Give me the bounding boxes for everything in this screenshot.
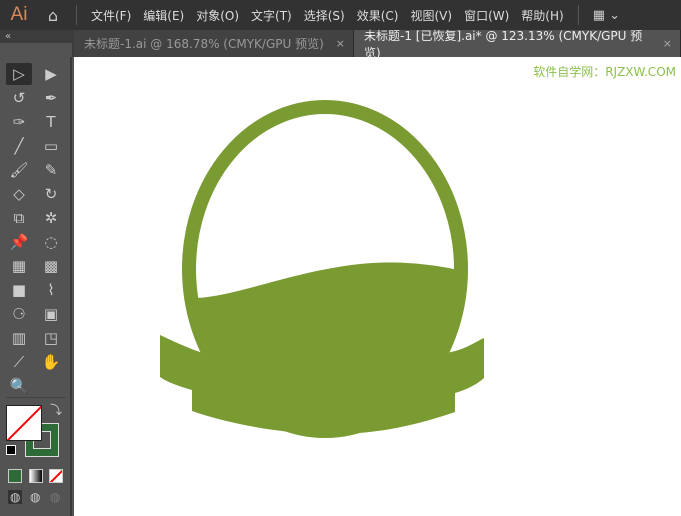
divider — [76, 5, 77, 25]
perspective-grid-tool-icon[interactable]: ▦ — [6, 255, 32, 277]
menu-type[interactable]: 文字(T) — [251, 7, 292, 24]
color-mode-button[interactable] — [8, 469, 22, 483]
symbol-sprayer-tool-icon[interactable]: ▣ — [38, 303, 64, 325]
pencil-tool-icon[interactable]: ✎ — [38, 159, 64, 181]
pin-tool-icon[interactable]: 📌 — [6, 231, 32, 253]
lasso-tool-icon[interactable]: ↺ — [6, 87, 32, 109]
document-tabs: 未标题-1.ai @ 168.78% (CMYK/GPU 预览) × 未标题-1 … — [74, 29, 681, 60]
eyedropper-tool-icon[interactable]: ⌇ — [38, 279, 64, 301]
curvature-tool-icon[interactable]: ✑ — [6, 111, 32, 133]
artboard-canvas[interactable]: 软件自学网：RJZXW.COM — [74, 57, 681, 516]
direct-selection-tool-icon[interactable]: ▶ — [38, 63, 64, 85]
paintbrush-tool-icon[interactable]: 🖌 — [6, 159, 32, 181]
pen-tool-icon[interactable]: ✒ — [38, 87, 64, 109]
close-icon[interactable]: × — [336, 37, 345, 50]
menu-select[interactable]: 选择(S) — [304, 7, 345, 24]
toolbar-grip[interactable] — [0, 43, 72, 57]
blend-tool-icon[interactable]: ⚆ — [6, 303, 32, 325]
gradient-mode-button[interactable] — [29, 469, 43, 483]
draw-inside-icon[interactable]: ◍ — [50, 490, 60, 504]
graph-tool-icon[interactable]: ▥ — [6, 327, 32, 349]
shape-builder-tool-icon[interactable]: ◌ — [38, 231, 64, 253]
divider — [577, 5, 579, 25]
gradient-tool-icon[interactable]: ■ — [6, 279, 32, 301]
default-colors-icon[interactable] — [6, 445, 16, 455]
close-icon[interactable]: × — [663, 37, 672, 50]
workspace-layout-icon[interactable]: ▦ ⌄ — [593, 8, 620, 23]
rectangle-tool-icon[interactable]: ▭ — [38, 135, 64, 157]
menu-edit[interactable]: 编辑(E) — [143, 7, 184, 24]
puppet-warp-tool-icon[interactable]: ✲ — [38, 207, 64, 229]
menu-file[interactable]: 文件(F) — [91, 7, 131, 24]
mesh-tool-icon[interactable]: ▩ — [38, 255, 64, 277]
menu-window[interactable]: 窗口(W) — [464, 7, 509, 24]
menu-effect[interactable]: 效果(C) — [357, 7, 399, 24]
hand-tool-icon[interactable]: ✋ — [38, 351, 64, 373]
line-tool-icon[interactable]: ╱ — [6, 135, 32, 157]
selection-tool-icon[interactable]: ▷ — [6, 63, 32, 85]
slice-tool-icon[interactable]: ⟋ — [6, 351, 32, 373]
menu-bar: Ai ⌂ 文件(F) 编辑(E) 对象(O) 文字(T) 选择(S) 效果(C)… — [0, 0, 681, 30]
app-logo: Ai — [10, 4, 28, 25]
free-transform-tool-icon[interactable]: ⧉ — [6, 207, 32, 229]
type-tool-icon[interactable]: T — [38, 111, 64, 133]
none-mode-button[interactable] — [49, 469, 63, 483]
zoom-tool-icon[interactable]: 🔍 — [6, 375, 32, 397]
divider — [6, 397, 66, 398]
tab-document-2[interactable]: 未标题-1 [已恢复].ai* @ 123.13% (CMYK/GPU 预览) × — [354, 29, 681, 60]
menu-view[interactable]: 视图(V) — [410, 7, 452, 24]
artboard-tool-icon[interactable]: ◳ — [38, 327, 64, 349]
rotate-tool-icon[interactable]: ↻ — [38, 183, 64, 205]
basket-artwork[interactable] — [74, 57, 681, 516]
tab-document-1[interactable]: 未标题-1.ai @ 168.78% (CMYK/GPU 预览) × — [74, 30, 354, 57]
toolbar-header: « — [0, 30, 74, 57]
tools-panel: ▷ ▶ ↺ ✒ ✑ T ╱ ▭ 🖌 ✎ ◇ ↻ ⧉ ✲ 📌 ◌ ▦ ▩ ■ ⌇ ⚆ ▣ ▥ ◳ ⟋ ✋ 🔍 ⤵ ◍ ◍ ◍ — [0, 57, 72, 516]
menu-help[interactable]: 帮助(H) — [521, 7, 563, 24]
eraser-tool-icon[interactable]: ◇ — [6, 183, 32, 205]
menu-object[interactable]: 对象(O) — [196, 7, 239, 24]
home-icon[interactable]: ⌂ — [38, 6, 68, 25]
draw-behind-icon[interactable]: ◍ — [30, 490, 40, 504]
basket-body[interactable] — [160, 262, 484, 434]
draw-normal-icon[interactable]: ◍ — [8, 490, 23, 504]
swap-colors-icon[interactable]: ⤵ — [50, 401, 62, 418]
collapse-icon[interactable]: « — [5, 31, 11, 42]
fill-swatch-none[interactable] — [6, 405, 42, 441]
